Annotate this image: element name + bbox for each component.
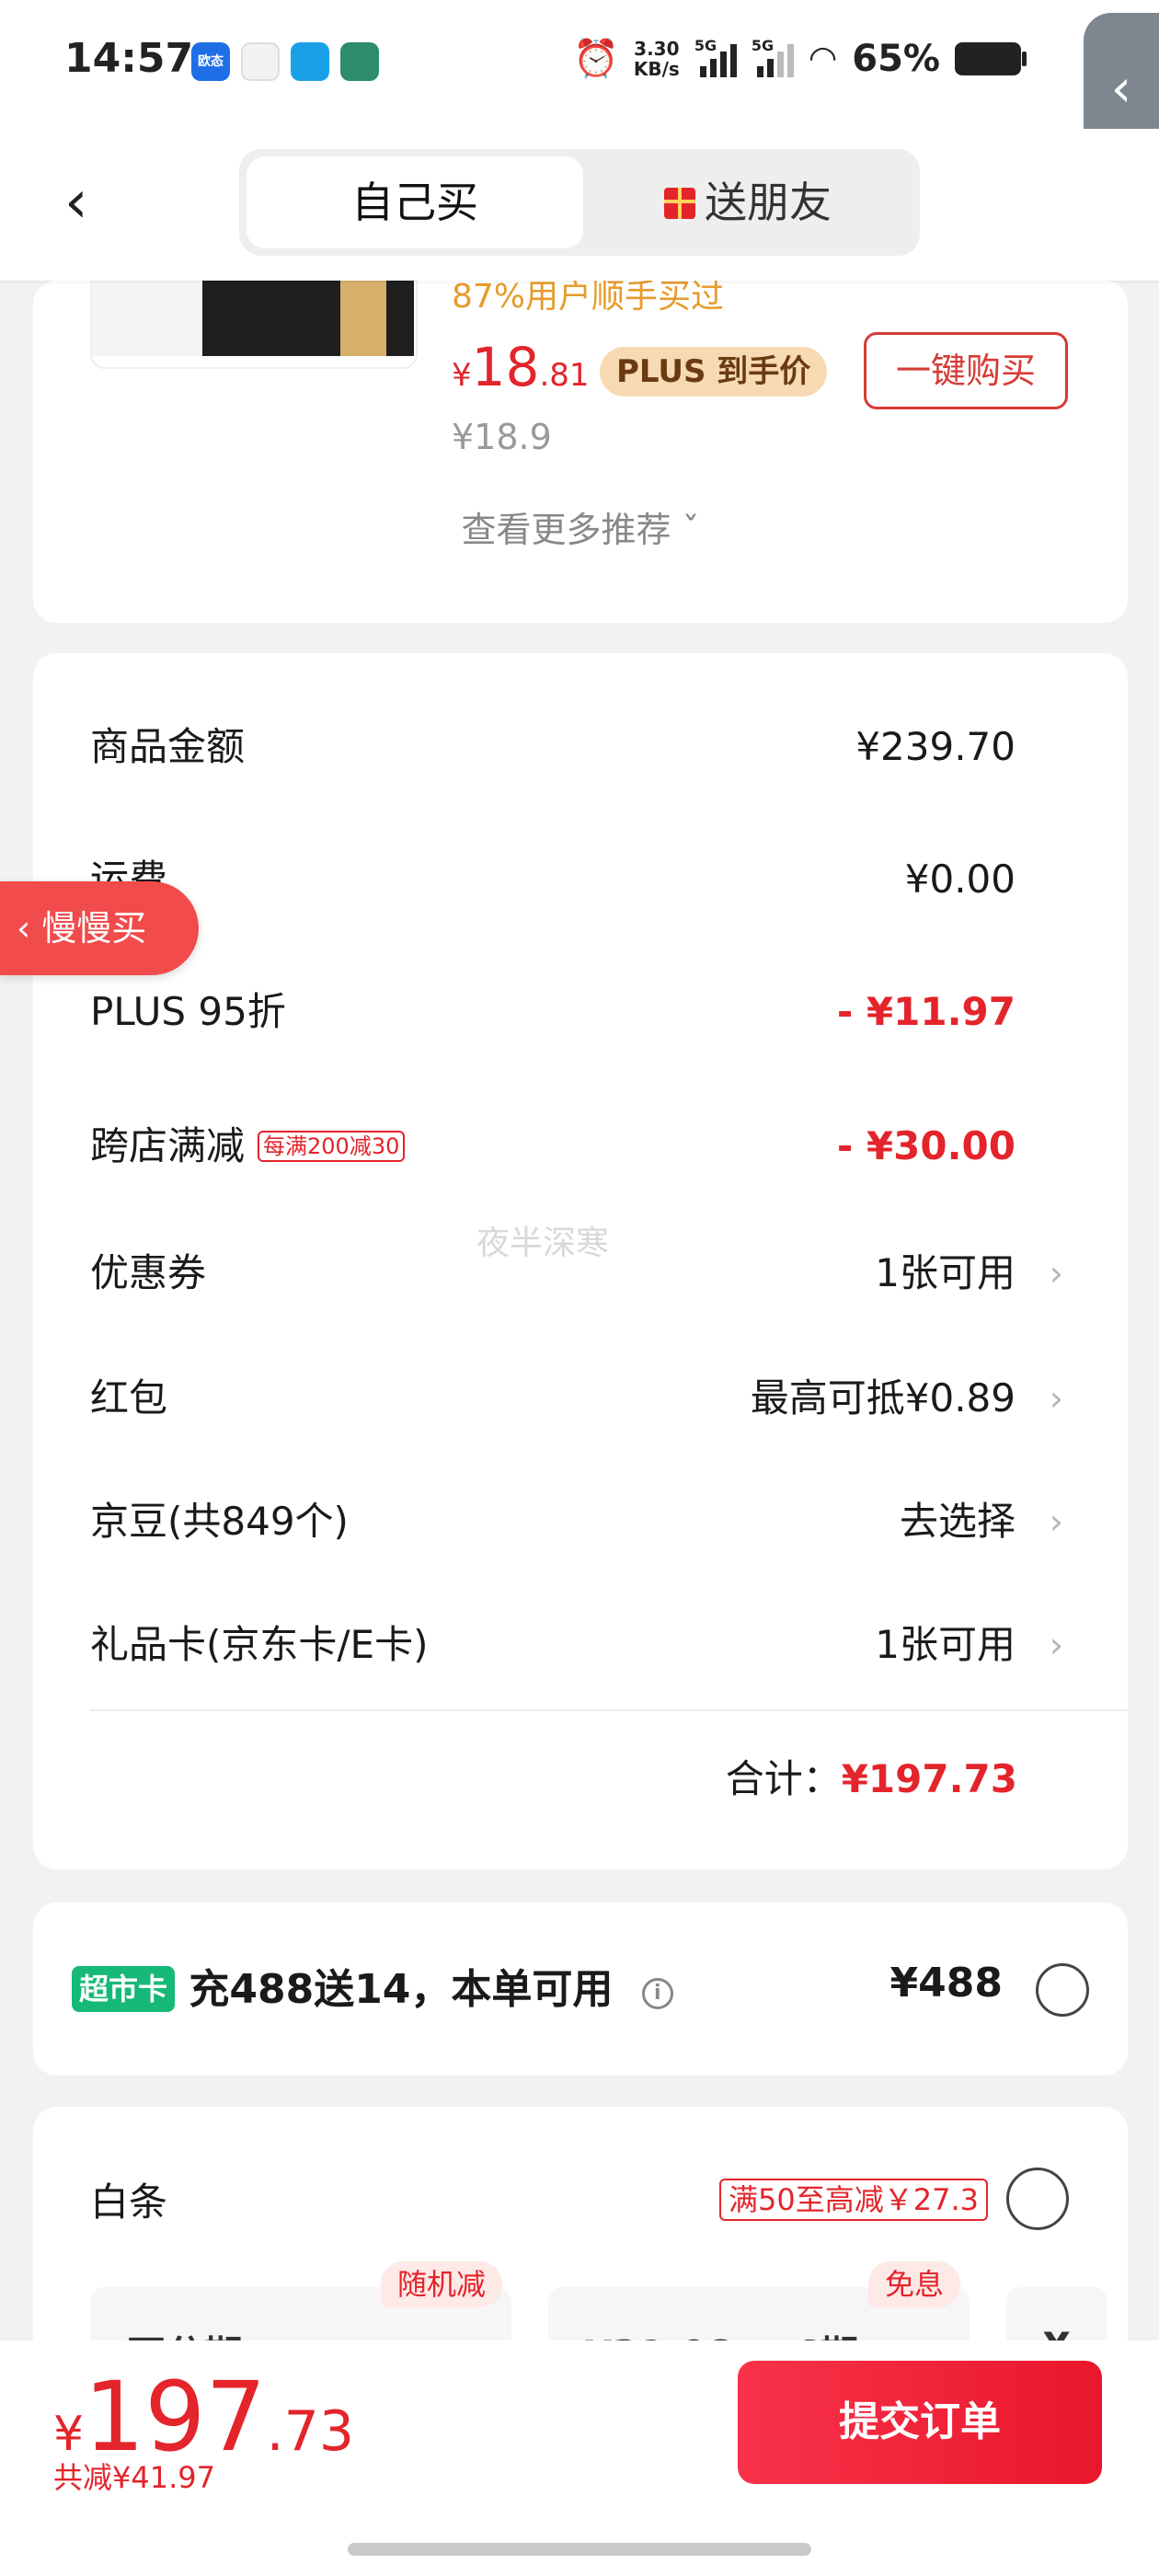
chevron-right-icon: › (1049, 1625, 1063, 1665)
row-goods-amount: 商品金额 ¥239.70 (90, 724, 1016, 769)
baitiao-promo-tag: 满50至高减￥27.3 (719, 2179, 988, 2221)
network-speed: 3.30 KB/s (633, 37, 680, 80)
header: ‹ 自己买 送朋友 (0, 129, 1159, 281)
chevron-right-icon: › (1049, 1501, 1063, 1542)
app-icon-1: 欧态 (191, 42, 230, 81)
original-price: ¥18.9 (452, 417, 552, 457)
battery-icon (955, 41, 1027, 75)
cross-store-tag: 每满200减30 (258, 1131, 406, 1162)
battery-percent: 65% (852, 37, 940, 80)
submit-order-button[interactable]: 提交订单 (738, 2361, 1102, 2484)
app-icon-2 (241, 42, 280, 81)
baitiao-radio[interactable] (1006, 2168, 1069, 2230)
row-gift-card[interactable]: 礼品卡(京东卡/E卡) 1张可用 › (90, 1608, 1063, 1682)
supermarket-chip: 超市卡 (72, 1966, 176, 2012)
back-icon[interactable]: ‹ (64, 166, 88, 239)
row-plus-discount: PLUS 95折 - ¥11.97 (90, 989, 1016, 1034)
row-cross-store: 跨店满减 每满200减30 - ¥30.00 (90, 1123, 1016, 1168)
recommend-card: 87%用户顺手买过 ¥18.81 PLUS 到手价 一键购买 ¥18.9 查看更… (33, 225, 1128, 623)
app-icon-3 (291, 42, 329, 81)
info-icon[interactable]: i (641, 1978, 673, 2009)
tab-self-buy[interactable]: 自己买 (247, 156, 583, 248)
supermarket-price: ¥488 (889, 1960, 1003, 2007)
chevron-left-icon: ‹ (17, 908, 31, 949)
gift-icon (664, 188, 695, 219)
tab-gift-friend[interactable]: 送朋友 (583, 156, 912, 248)
watermark: 夜半深寒 (476, 1225, 610, 1262)
chevron-right-icon: › (1049, 1253, 1063, 1294)
status-bar: 14:57 欧态 ⏰ 3.30 KB/s 5G 5G ◠ 65% ‹ (0, 0, 1159, 166)
total-saved: 共减¥41.97 (53, 2460, 215, 2495)
baitiao-title: 白条 (90, 2179, 168, 2225)
chevron-right-icon: › (1049, 1378, 1063, 1419)
alarm-icon: ⏰ (573, 38, 619, 80)
recommend-price: ¥18.81 (452, 336, 590, 398)
see-more-recommend[interactable]: 查看更多推荐 ˇ (33, 501, 1128, 552)
status-indicators: ⏰ 3.30 KB/s 5G 5G ◠ 65% (573, 37, 1027, 80)
one-click-buy-button[interactable]: 一键购买 (864, 332, 1068, 409)
supermarket-offer-text: 充488送14，本单可用 (189, 1966, 614, 2013)
row-red-packet[interactable]: 红包 最高可抵¥0.89 › (90, 1362, 1063, 1435)
row-shipping: 运费 ¥0.00 (90, 857, 1016, 902)
summary-total: 合计：¥197.73 (725, 1756, 1017, 1801)
signal-icon-1: 5G (694, 37, 737, 77)
signal-icon-2: 5G (752, 37, 794, 77)
supermarket-card-offer: 超市卡 充488送14，本单可用 i ¥488 (33, 1903, 1128, 2076)
buy-mode-switch: 自己买 送朋友 (239, 149, 920, 256)
bottom-bar: ¥197.73 共减¥41.97 提交订单 (0, 2340, 1159, 2576)
home-indicator[interactable] (348, 2543, 811, 2556)
plus-price-tag: PLUS 到手价 (600, 347, 828, 397)
status-time: 14:57 (64, 35, 194, 82)
slow-buy-floating-button[interactable]: ‹ 慢慢买 (0, 881, 199, 975)
tab-gift-label: 送朋友 (705, 178, 832, 227)
wifi-icon: ◠ (808, 40, 838, 77)
supermarket-radio[interactable] (1036, 1963, 1089, 2017)
row-jd-beans[interactable]: 京豆(共849个) 去选择 › (90, 1485, 1063, 1558)
app-icon-4 (340, 42, 379, 81)
divider (90, 1709, 1128, 1711)
